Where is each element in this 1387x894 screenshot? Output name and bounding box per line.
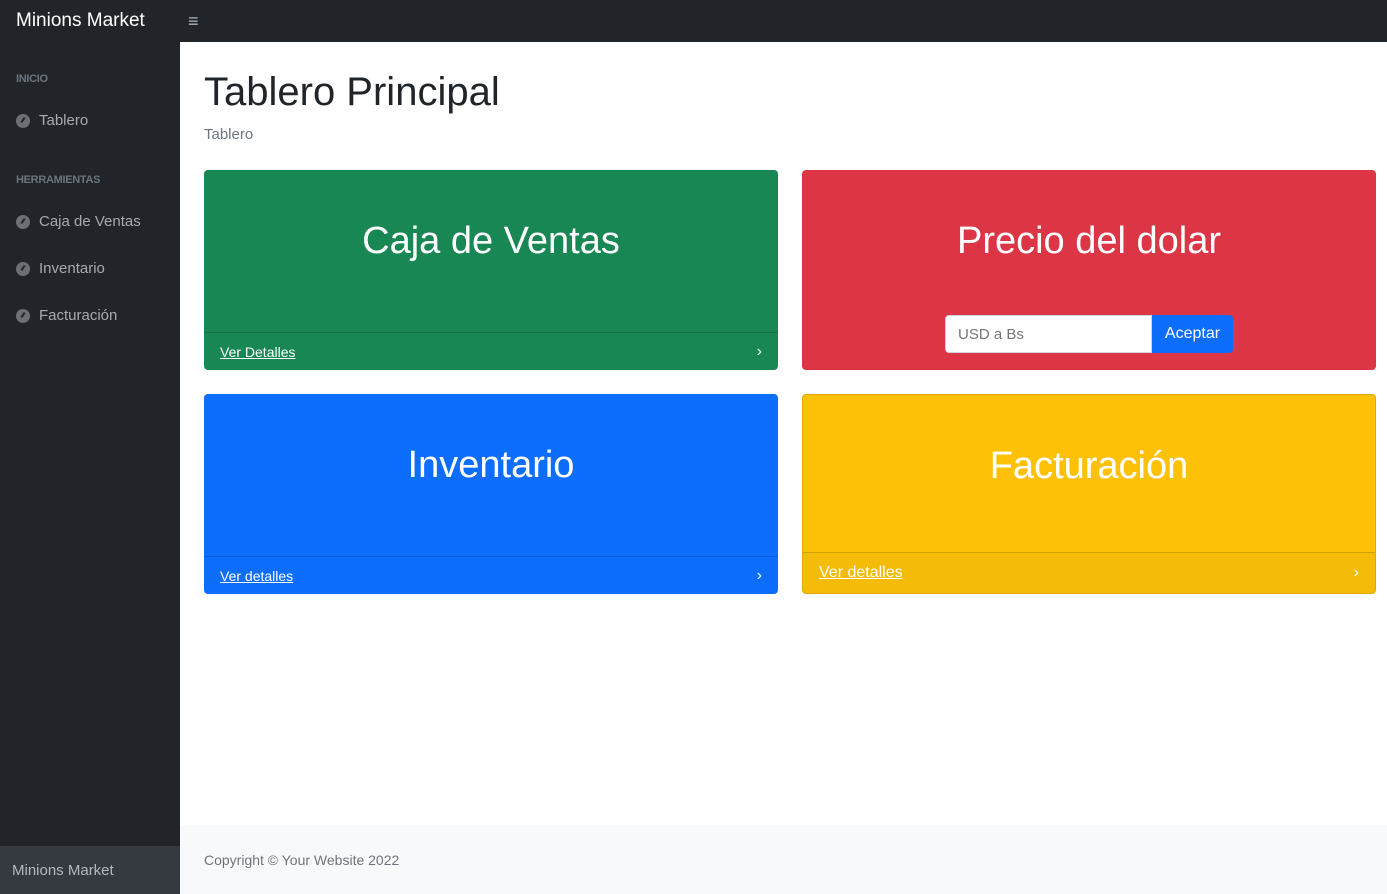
card-caja-de-ventas: Caja de Ventas Ver Detalles › [204,170,778,370]
sidebar-heading-herramientas: HERRAMIENTAS [16,174,101,186]
card-facturacion: Facturación Ver detalles › [802,394,1376,594]
sidebar-item-caja-de-ventas[interactable]: Caja de Ventas [0,213,180,230]
sidebar-item-label: Tablero [39,112,89,129]
dollar-input-group: Aceptar [945,315,1233,353]
sidebar-footer: Minions Market [0,846,180,894]
card-footer: Ver detalles › [204,556,778,594]
top-navbar: Minions Market ≡ [0,0,1387,42]
dashboard-icon [16,214,30,229]
dashboard-icon [16,308,30,323]
sidebar-item-facturacion[interactable]: Facturación [0,307,180,324]
sidebar-item-label: Caja de Ventas [39,213,141,230]
dashboard-icon [16,261,30,276]
card-inventario: Inventario Ver detalles › [204,394,778,594]
chevron-right-icon[interactable]: › [1354,564,1359,582]
page-title: Tablero Principal [204,70,500,114]
breadcrumb: Tablero [204,126,254,143]
card-title: Precio del dolar [956,220,1222,262]
sidebar-item-inventario[interactable]: Inventario [0,260,180,277]
card-title: Facturación [989,445,1189,487]
main-content: Tablero Principal Tablero Caja de Ventas… [180,42,1387,894]
card-title: Inventario [407,444,575,486]
card-title: Caja de Ventas [362,220,620,262]
sidebar-item-tablero[interactable]: Tablero [0,112,180,129]
sidebar-item-label: Inventario [39,260,105,277]
page-footer: Copyright © Your Website 2022 [180,825,1387,894]
card-footer: Ver Detalles › [204,332,778,370]
chevron-right-icon[interactable]: › [757,343,762,361]
details-link[interactable]: Ver detalles [819,564,903,582]
card-footer: Ver detalles › [803,552,1375,593]
sidebar: INICIO Tablero HERRAMIENTAS Caja de Vent… [0,42,180,894]
chevron-right-icon[interactable]: › [757,567,762,585]
brand[interactable]: Minions Market [16,10,180,32]
usd-input[interactable] [945,315,1152,353]
sidebar-heading-inicio: INICIO [16,73,48,85]
details-link[interactable]: Ver Detalles [220,344,295,360]
details-link[interactable]: Ver detalles [220,568,293,584]
menu-toggle-icon[interactable]: ≡ [188,11,199,32]
card-precio-del-dolar: Precio del dolar Aceptar [802,170,1376,370]
dashboard-icon [16,113,30,128]
sidebar-item-label: Facturación [39,307,118,324]
accept-button[interactable]: Aceptar [1152,315,1233,353]
